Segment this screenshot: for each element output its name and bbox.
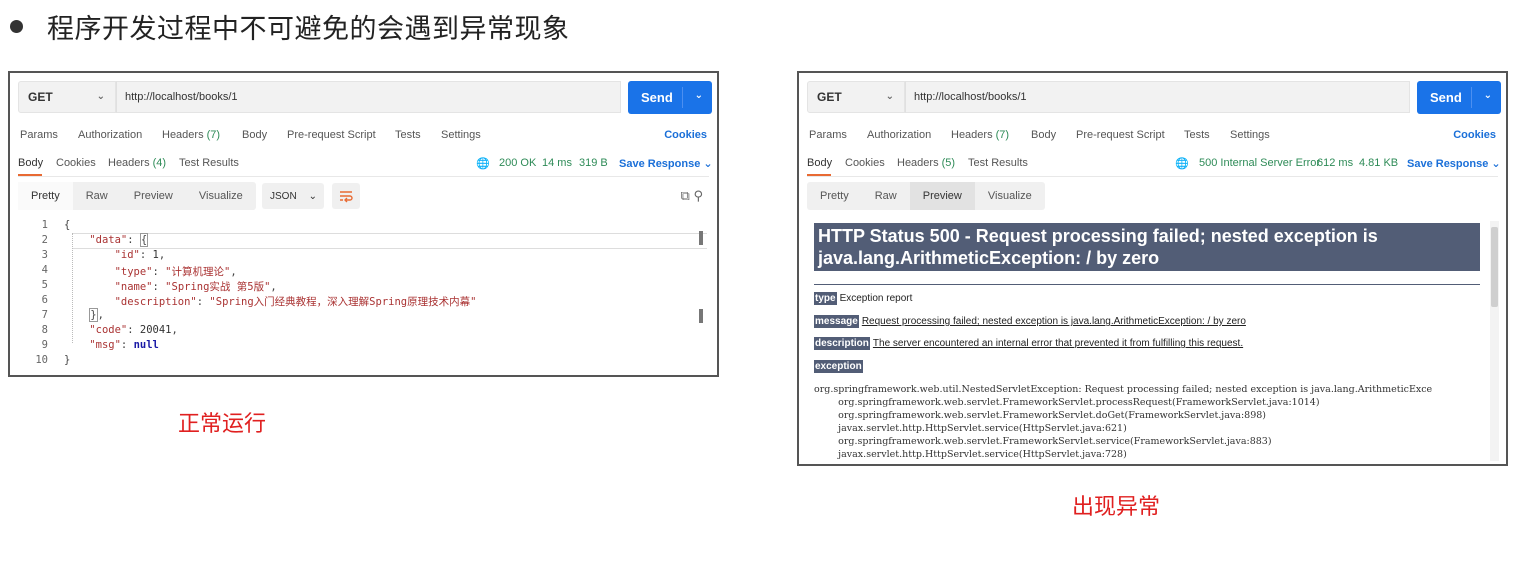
response-size: 319 B <box>579 157 608 169</box>
tab-body[interactable]: Body <box>1031 129 1056 141</box>
error-description-row: description The server encountered an int… <box>814 337 1244 350</box>
response-time: 612 ms <box>1317 157 1354 169</box>
wrap-icon <box>340 191 353 203</box>
response-time: 14 ms <box>542 157 572 169</box>
error-type-row: type Exception report <box>814 292 913 305</box>
scroll-marker[interactable] <box>699 231 703 245</box>
resp-tab-test-results[interactable]: Test Results <box>968 157 1028 169</box>
send-button[interactable]: Send ⌄ <box>1417 81 1501 114</box>
search-icon[interactable]: ⚲ <box>693 188 703 203</box>
chevron-down-icon: ⌄ <box>96 91 105 102</box>
response-size: 4.81 KB <box>1359 157 1399 169</box>
view-visualize[interactable]: Visualize <box>975 182 1045 210</box>
resp-tab-cookies[interactable]: Cookies <box>845 157 885 169</box>
tab-settings[interactable]: Settings <box>1230 129 1270 141</box>
tab-prerequest[interactable]: Pre-request Script <box>1076 129 1165 141</box>
resp-tab-test-results[interactable]: Test Results <box>179 157 239 169</box>
postman-error-panel: GET ⌄ http://localhost/books/1 Send ⌄ Para… <box>797 71 1508 466</box>
view-pretty[interactable]: Pretty <box>807 182 862 210</box>
postman-normal-panel: GET ⌄ http://localhost/books/1 Send ⌄ Para… <box>8 71 719 377</box>
tab-settings[interactable]: Settings <box>441 129 481 141</box>
tab-prerequest[interactable]: Pre-request Script <box>287 129 376 141</box>
scroll-marker[interactable] <box>699 309 703 323</box>
status-code: 200 OK <box>499 157 537 169</box>
view-pretty[interactable]: Pretty <box>18 182 73 210</box>
view-visualize[interactable]: Visualize <box>186 182 256 210</box>
view-mode-bar: Pretty Raw Preview Visualize <box>18 182 256 210</box>
caption-error: 出现异常 <box>1072 495 1161 520</box>
save-response-button[interactable]: Save Response ⌄ <box>619 157 713 170</box>
tab-tests[interactable]: Tests <box>1184 129 1210 141</box>
tab-body[interactable]: Body <box>242 129 267 141</box>
chevron-down-icon: ⌄ <box>885 91 894 102</box>
resp-tab-body[interactable]: Body <box>807 157 832 169</box>
tab-authorization[interactable]: Authorization <box>78 129 142 141</box>
view-raw[interactable]: Raw <box>862 182 910 210</box>
heading-line: 程序开发过程中不可避免的会遇到异常现象 <box>8 6 570 46</box>
resp-tab-cookies[interactable]: Cookies <box>56 157 96 169</box>
resp-tab-headers[interactable]: Headers (4) <box>108 157 166 169</box>
stack-trace: org.springframework.web.util.NestedServl… <box>814 384 1433 460</box>
view-raw[interactable]: Raw <box>73 182 121 210</box>
method-select[interactable]: GET ⌄ <box>807 81 905 113</box>
page-heading: 程序开发过程中不可避免的会遇到异常现象 <box>47 13 570 45</box>
globe-icon: 🌐 <box>1175 158 1189 170</box>
resp-tab-headers[interactable]: Headers (5) <box>897 157 955 169</box>
divider <box>814 284 1480 285</box>
resp-tab-body[interactable]: Body <box>18 157 43 169</box>
caption-normal: 正常运行 <box>178 412 267 437</box>
method-select[interactable]: GET ⌄ <box>18 81 116 113</box>
chevron-down-icon: ⌄ <box>308 190 318 202</box>
save-response-button[interactable]: Save Response ⌄ <box>1407 157 1501 170</box>
url-input[interactable]: http://localhost/books/1 <box>116 81 621 113</box>
chevron-down-icon: ⌄ <box>1483 90 1492 101</box>
tab-params[interactable]: Params <box>20 129 58 141</box>
url-input[interactable]: http://localhost/books/1 <box>905 81 1410 113</box>
chevron-down-icon: ⌄ <box>694 90 703 101</box>
error-title: HTTP Status 500 - Request processing fai… <box>814 223 1480 271</box>
tab-authorization[interactable]: Authorization <box>867 129 931 141</box>
tab-tests[interactable]: Tests <box>395 129 421 141</box>
bullet-icon <box>10 19 23 33</box>
error-preview: HTTP Status 500 - Request processing fai… <box>809 219 1488 462</box>
view-mode-bar: Pretty Raw Preview Visualize <box>807 182 1045 210</box>
vertical-scrollbar[interactable] <box>1490 221 1499 461</box>
wrap-lines-button[interactable] <box>332 183 360 209</box>
send-button[interactable]: Send ⌄ <box>628 81 712 114</box>
tab-params[interactable]: Params <box>809 129 847 141</box>
cookies-link[interactable]: Cookies <box>664 129 707 141</box>
json-body: 1 2 3 4 5 6 7 8 9 10 { "data": { "id": 1… <box>18 219 707 369</box>
status-code: 500 Internal Server Error <box>1199 157 1321 169</box>
error-exception-row: exception <box>814 360 863 373</box>
view-preview[interactable]: Preview <box>121 182 186 210</box>
view-preview[interactable]: Preview <box>909 182 975 210</box>
tab-headers[interactable]: Headers (7) <box>162 129 220 141</box>
format-select[interactable]: JSON ⌄ <box>262 183 324 209</box>
copy-icon[interactable]: ⧉ <box>681 188 690 203</box>
tab-headers[interactable]: Headers (7) <box>951 129 1009 141</box>
globe-icon: 🌐 <box>476 158 490 170</box>
cookies-link[interactable]: Cookies <box>1453 129 1496 141</box>
error-message-row: message Request processing failed; nested… <box>814 315 1246 328</box>
